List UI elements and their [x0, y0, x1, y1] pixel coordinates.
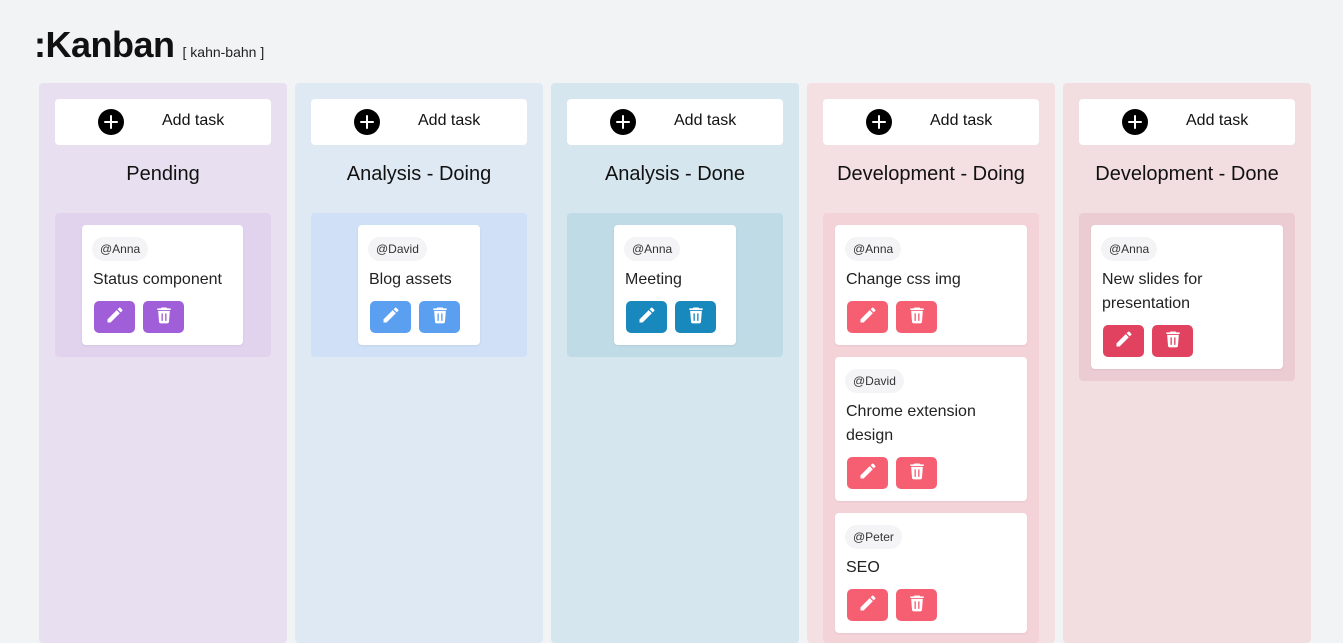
app-subtitle: [ kahn-bahn ]	[182, 44, 265, 60]
assignee-chip: @David	[845, 369, 904, 393]
task-lane: @Anna New slides for presentation	[1079, 213, 1295, 381]
assignee-chip: @Peter	[845, 525, 902, 549]
task-lane: @Anna Change css img @David Chrome exten…	[823, 213, 1039, 643]
plus-circle-icon	[354, 109, 380, 135]
trash-icon	[686, 305, 706, 330]
task-title: New slides for presentation	[1102, 271, 1203, 312]
edit-button[interactable]	[94, 301, 135, 333]
pencil-icon	[858, 593, 878, 618]
task-card[interactable]: @Anna Change css img	[835, 225, 1027, 345]
column-title: Analysis - Done	[604, 163, 746, 185]
column-title: Development - Doing	[837, 163, 1025, 185]
edit-button[interactable]	[370, 301, 411, 333]
add-task-label: Add task	[418, 112, 481, 129]
column-pending: Add task Pending @Anna Status component	[39, 83, 287, 643]
assignee-chip: @Anna	[624, 237, 681, 261]
task-card[interactable]: @David Chrome extension design	[835, 357, 1027, 501]
add-task-label: Add task	[930, 112, 993, 129]
edit-button[interactable]	[847, 589, 888, 621]
pencil-icon	[637, 305, 657, 330]
task-title: Change css img	[846, 271, 961, 288]
add-task-button[interactable]: Add task	[311, 99, 527, 145]
trash-icon	[907, 305, 927, 330]
task-lane: @David Blog assets	[311, 213, 527, 357]
add-task-label: Add task	[674, 112, 737, 129]
plus-circle-icon	[866, 109, 892, 135]
edit-button[interactable]	[847, 457, 888, 489]
plus-circle-icon	[98, 109, 124, 135]
column-analysis-doing: Add task Analysis - Doing @David Blog as…	[295, 83, 543, 643]
app-logo: :Kanban	[34, 24, 175, 65]
column-development-done: Add task Development - Done @Anna New sl…	[1063, 83, 1311, 643]
trash-icon	[430, 305, 450, 330]
assignee-chip: @David	[368, 237, 427, 261]
task-card[interactable]: @Peter SEO	[835, 513, 1027, 633]
trash-icon	[154, 305, 174, 330]
app-header: :Kanban [ kahn-bahn ]	[34, 24, 264, 66]
task-title: Meeting	[625, 271, 682, 288]
plus-circle-icon	[610, 109, 636, 135]
pencil-icon	[858, 461, 878, 486]
task-lane: @Anna Status component	[55, 213, 271, 357]
add-task-button[interactable]: Add task	[1079, 99, 1295, 145]
assignee-chip: @Anna	[1101, 237, 1158, 261]
assignee-chip: @Anna	[92, 237, 149, 261]
pencil-icon	[858, 305, 878, 330]
delete-button[interactable]	[675, 301, 716, 333]
column-analysis-done: Add task Analysis - Done @Anna Meeting	[551, 83, 799, 643]
column-title: Analysis - Doing	[346, 163, 492, 185]
edit-button[interactable]	[626, 301, 667, 333]
edit-button[interactable]	[847, 301, 888, 333]
task-card[interactable]: @Anna Meeting	[614, 225, 736, 345]
task-title: Blog assets	[369, 271, 452, 288]
edit-button[interactable]	[1103, 325, 1144, 357]
task-card[interactable]: @Anna Status component	[82, 225, 243, 345]
delete-button[interactable]	[143, 301, 184, 333]
assignee-chip: @Anna	[845, 237, 902, 261]
delete-button[interactable]	[896, 457, 937, 489]
column-title: Pending	[126, 163, 200, 185]
plus-circle-icon	[1122, 109, 1148, 135]
delete-button[interactable]	[1152, 325, 1193, 357]
delete-button[interactable]	[896, 589, 937, 621]
task-card[interactable]: @Anna New slides for presentation	[1091, 225, 1283, 369]
delete-button[interactable]	[896, 301, 937, 333]
add-task-button[interactable]: Add task	[567, 99, 783, 145]
add-task-button[interactable]: Add task	[55, 99, 271, 145]
trash-icon	[1163, 329, 1183, 354]
task-title: Status component	[93, 271, 222, 288]
pencil-icon	[105, 305, 125, 330]
pencil-icon	[1114, 329, 1134, 354]
task-title: Chrome extension design	[846, 403, 976, 444]
task-card[interactable]: @David Blog assets	[358, 225, 480, 345]
task-title: SEO	[846, 559, 880, 576]
trash-icon	[907, 461, 927, 486]
trash-icon	[907, 593, 927, 618]
task-lane: @Anna Meeting	[567, 213, 783, 357]
add-task-button[interactable]: Add task	[823, 99, 1039, 145]
pencil-icon	[381, 305, 401, 330]
add-task-label: Add task	[162, 112, 225, 129]
column-development-doing: Add task Development - Doing @Anna Chang…	[807, 83, 1055, 643]
add-task-label: Add task	[1186, 112, 1249, 129]
delete-button[interactable]	[419, 301, 460, 333]
column-title: Development - Done	[1095, 163, 1279, 185]
